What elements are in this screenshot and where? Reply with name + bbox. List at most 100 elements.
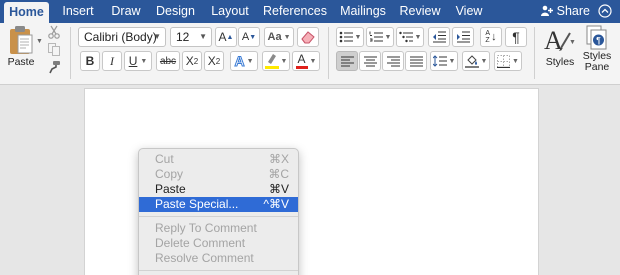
align-center-button[interactable] (359, 51, 381, 71)
grow-font-button[interactable]: A ▲ (215, 27, 237, 47)
menu-item-reply-to-comment[interactable]: Reply To Comment (139, 221, 298, 236)
tab-mailings[interactable]: Mailings (337, 0, 389, 23)
highlight-button[interactable]: ▼ (262, 51, 290, 71)
numbered-list-icon (369, 31, 383, 42)
home-ribbon: ▼ Paste Calibri (Body) ▼ 12 ▼ A ▲ A ▼ Aa ▼ … (0, 23, 620, 85)
tab-insert[interactable]: Insert (58, 0, 98, 23)
font-size-value: 12 (176, 30, 190, 44)
bullets-button[interactable]: ▼ (336, 27, 364, 47)
underline-button[interactable]: U ▼ (124, 51, 152, 71)
shrink-font-button[interactable]: A ▼ (238, 27, 260, 47)
menu-item-paste[interactable]: Paste ⌘V (139, 182, 298, 197)
paintbrush-icon (49, 61, 60, 74)
share-label: Share (556, 4, 590, 18)
chevron-down-icon: ▼ (354, 33, 362, 41)
italic-icon: I (110, 53, 114, 68)
line-spacing-button[interactable]: ▼ (430, 51, 458, 71)
collapse-ribbon-icon[interactable] (598, 4, 612, 18)
align-left-icon (340, 56, 354, 66)
sort-icon: AZ (485, 30, 490, 44)
menu-item-shortcut: ⌘X (268, 152, 289, 166)
grow-font-icon: A (218, 30, 227, 44)
shading-button[interactable]: ▼ (462, 51, 490, 71)
down-arrow-icon: ▼ (249, 33, 257, 41)
font-color-button[interactable]: A ▼ (292, 51, 320, 71)
menu-item-delete-comment[interactable]: Delete Comment (139, 236, 298, 251)
increase-indent-button[interactable] (452, 27, 474, 47)
share-button[interactable]: Share (541, 0, 590, 23)
align-center-icon (363, 56, 377, 66)
chevron-down-icon: ▼ (414, 33, 422, 41)
strikethrough-button[interactable]: abc (156, 51, 180, 71)
superscript-button[interactable]: X2 (204, 51, 224, 71)
paste-options-caret-icon[interactable]: ▼ (36, 38, 43, 45)
bold-icon: B (85, 54, 95, 68)
numbering-button[interactable]: ▼ (366, 27, 394, 47)
down-arrow-icon: ↓ (491, 31, 497, 43)
tab-references[interactable]: References (262, 0, 328, 23)
strikethrough-icon: abc (159, 55, 177, 67)
justify-button[interactable] (405, 51, 427, 71)
change-case-icon: Aa (267, 31, 282, 43)
clipboard-icon (10, 26, 33, 54)
decrease-indent-button[interactable] (428, 27, 450, 47)
multilevel-list-icon (398, 31, 413, 43)
bullet-list-icon (339, 31, 353, 43)
tab-design[interactable]: Design (153, 0, 198, 23)
scissors-icon (48, 25, 60, 39)
menu-item-label: Cut (155, 152, 174, 166)
menu-item-copy[interactable]: Copy ⌘C (139, 167, 298, 182)
eraser-icon (301, 31, 315, 44)
font-name-dropdown[interactable]: Calibri (Body) ▼ (78, 27, 166, 47)
menu-item-label: Resolve Comment (155, 251, 254, 265)
tab-view[interactable]: View (451, 0, 487, 23)
chevron-down-icon: ▼ (480, 57, 488, 65)
up-arrow-icon: ▲ (226, 33, 234, 41)
menu-item-resolve-comment[interactable]: Resolve Comment (139, 251, 298, 266)
menu-item-shortcut: ⌘C (268, 167, 289, 181)
copy-icon (48, 43, 60, 56)
chevron-down-icon: ▼ (283, 33, 291, 41)
font-size-dropdown[interactable]: 12 ▼ (170, 27, 212, 47)
styles-pane-label-line2: Pane (584, 61, 610, 73)
menu-item-paste-special[interactable]: Paste Special... ^⌘V (139, 197, 298, 212)
copy-button[interactable] (46, 41, 62, 57)
context-menu: Cut ⌘X Copy ⌘C Paste ⌘V Paste Special...… (138, 148, 299, 275)
tab-draw[interactable]: Draw (108, 0, 144, 23)
borders-icon (497, 54, 511, 68)
cut-button[interactable] (46, 24, 62, 40)
menu-item-label: Paste (155, 182, 186, 196)
menu-item-label: Reply To Comment (155, 221, 257, 235)
menu-item-shortcut: ⌘V (268, 182, 289, 196)
superscript-icon: X (207, 54, 216, 68)
show-formatting-marks-button[interactable]: ¶ (505, 27, 527, 47)
font-name-value: Calibri (Body) (84, 30, 157, 44)
underline-icon: U (128, 54, 138, 68)
superscript-mark: 2 (215, 56, 221, 66)
menu-item-label: Delete Comment (155, 236, 246, 250)
ribbon-tab-bar: Home Insert Draw Design Layout Reference… (0, 0, 620, 23)
menu-separator (139, 270, 298, 271)
font-color-letter: A (297, 52, 306, 66)
menu-item-cut[interactable]: Cut ⌘X (139, 152, 298, 167)
subscript-button[interactable]: X2 (182, 51, 202, 71)
svg-text:¶: ¶ (596, 36, 601, 46)
sort-button[interactable]: A Z ↓ (480, 27, 502, 47)
clear-formatting-button[interactable] (297, 27, 319, 47)
pilcrow-icon: ¶ (512, 29, 520, 45)
tab-layout[interactable]: Layout (207, 0, 253, 23)
align-left-button[interactable] (336, 51, 358, 71)
align-right-button[interactable] (382, 51, 404, 71)
format-painter-button[interactable] (46, 59, 62, 75)
multilevel-list-button[interactable]: ▼ (396, 27, 424, 47)
paste-label: Paste (7, 56, 35, 68)
change-case-button[interactable]: Aa ▼ (264, 27, 294, 47)
italic-button[interactable]: I (102, 51, 122, 71)
ribbon-separator (534, 27, 535, 79)
tab-review[interactable]: Review (398, 0, 442, 23)
borders-button[interactable]: ▼ (494, 51, 522, 71)
bold-button[interactable]: B (80, 51, 100, 71)
chevron-down-icon: ▼ (153, 32, 161, 41)
text-effects-button[interactable]: A ▼ (230, 51, 258, 71)
tab-home[interactable]: Home (4, 2, 49, 23)
